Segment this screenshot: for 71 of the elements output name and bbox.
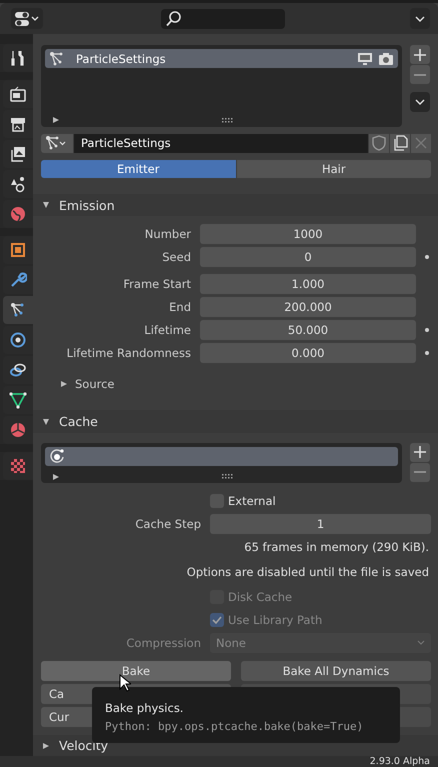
number-field[interactable]: 1 [210, 514, 431, 534]
add-icon[interactable] [410, 442, 430, 462]
add-icon[interactable] [410, 45, 430, 64]
expand-icon[interactable] [53, 474, 59, 480]
browse-particles-button[interactable] [41, 134, 73, 153]
list-item[interactable] [45, 446, 398, 466]
property-tab[interactable] [3, 296, 33, 324]
version-text: 2.93.0 Alpha [370, 756, 430, 767]
number-field[interactable]: 50.000 [200, 320, 416, 340]
options-dropdown-button[interactable] [410, 8, 430, 29]
duplicate-icon[interactable] [390, 134, 410, 153]
chevron-down-icon [415, 16, 425, 22]
remove-icon[interactable] [410, 65, 430, 84]
specials-menu-button[interactable] [410, 92, 430, 112]
info-text: Options are disabled until the file is saved [186, 564, 429, 579]
list-item[interactable]: ParticleSettings [45, 49, 398, 68]
rings-icon [9, 361, 27, 379]
globe-icon [9, 205, 27, 223]
field-label: Seed [161, 250, 192, 264]
check-icon [211, 614, 223, 626]
monitor-icon[interactable] [357, 52, 373, 66]
bake-action-button[interactable]: Bake [41, 660, 231, 681]
field-label: End [168, 300, 192, 314]
number-field[interactable]: 0.000 [200, 343, 416, 364]
toggle-icon [14, 10, 40, 26]
external-checkbox[interactable]: External [210, 494, 276, 508]
number-field[interactable]: 200.000 [200, 297, 416, 318]
info-text: 65 frames in memory (290 KiB). [244, 540, 429, 554]
mode-tab[interactable]: Hair [236, 160, 431, 178]
square-icon [9, 241, 27, 259]
field-label: Lifetime Randomness [66, 346, 192, 360]
particles-icon [49, 50, 65, 66]
number-field[interactable]: 1.000 [200, 274, 416, 294]
search-icon [165, 10, 183, 28]
printer-icon [9, 115, 27, 133]
triangle-icon [9, 391, 27, 409]
field-label: Number [144, 227, 192, 242]
mouse-cursor-icon [119, 674, 131, 692]
chevron-down-icon [415, 99, 425, 105]
field-label: Compression [125, 636, 202, 650]
bake-action-button[interactable]: Bake All Dynamics [241, 660, 431, 681]
image-stack-icon [9, 145, 27, 163]
mode-tab[interactable]: Emitter [41, 160, 236, 178]
name-field[interactable]: ParticleSettings [74, 134, 368, 153]
sphere-icon [9, 421, 27, 439]
number-field[interactable]: 0 [200, 247, 416, 268]
camera-icon[interactable] [378, 52, 394, 66]
resize-handle-icon[interactable] [222, 474, 234, 480]
number-field[interactable]: 1000 [200, 224, 416, 244]
remove-icon[interactable] [410, 462, 430, 482]
field-label: Frame Start [122, 277, 192, 292]
editor-type-button[interactable] [11, 8, 43, 29]
orbit-icon [9, 331, 27, 349]
chevron-down-icon [417, 640, 425, 646]
search-field[interactable] [161, 8, 285, 28]
field-label: Cache Step [134, 516, 202, 531]
panel-header[interactable]: Emission [33, 194, 438, 216]
keyframe-dot-icon[interactable] [425, 351, 429, 356]
expand-icon[interactable] [53, 117, 59, 123]
keyframe-dot-icon[interactable] [425, 328, 429, 332]
resize-handle-icon[interactable] [222, 118, 234, 122]
subpanel-header[interactable]: Source [41, 374, 438, 394]
physics-icon [49, 448, 65, 464]
panel-header[interactable]: Cache [33, 410, 438, 433]
shapes-icon [9, 175, 27, 193]
fake-user-icon[interactable] [369, 134, 389, 153]
checkerboard-icon [9, 457, 27, 475]
tooltip: Bake physics. Python: bpy.ops.ptcache.bake(bake=True) [92, 687, 400, 743]
keyframe-dot-icon[interactable] [425, 255, 429, 260]
wrench-icon [9, 271, 27, 289]
field-label: Lifetime [143, 323, 192, 338]
